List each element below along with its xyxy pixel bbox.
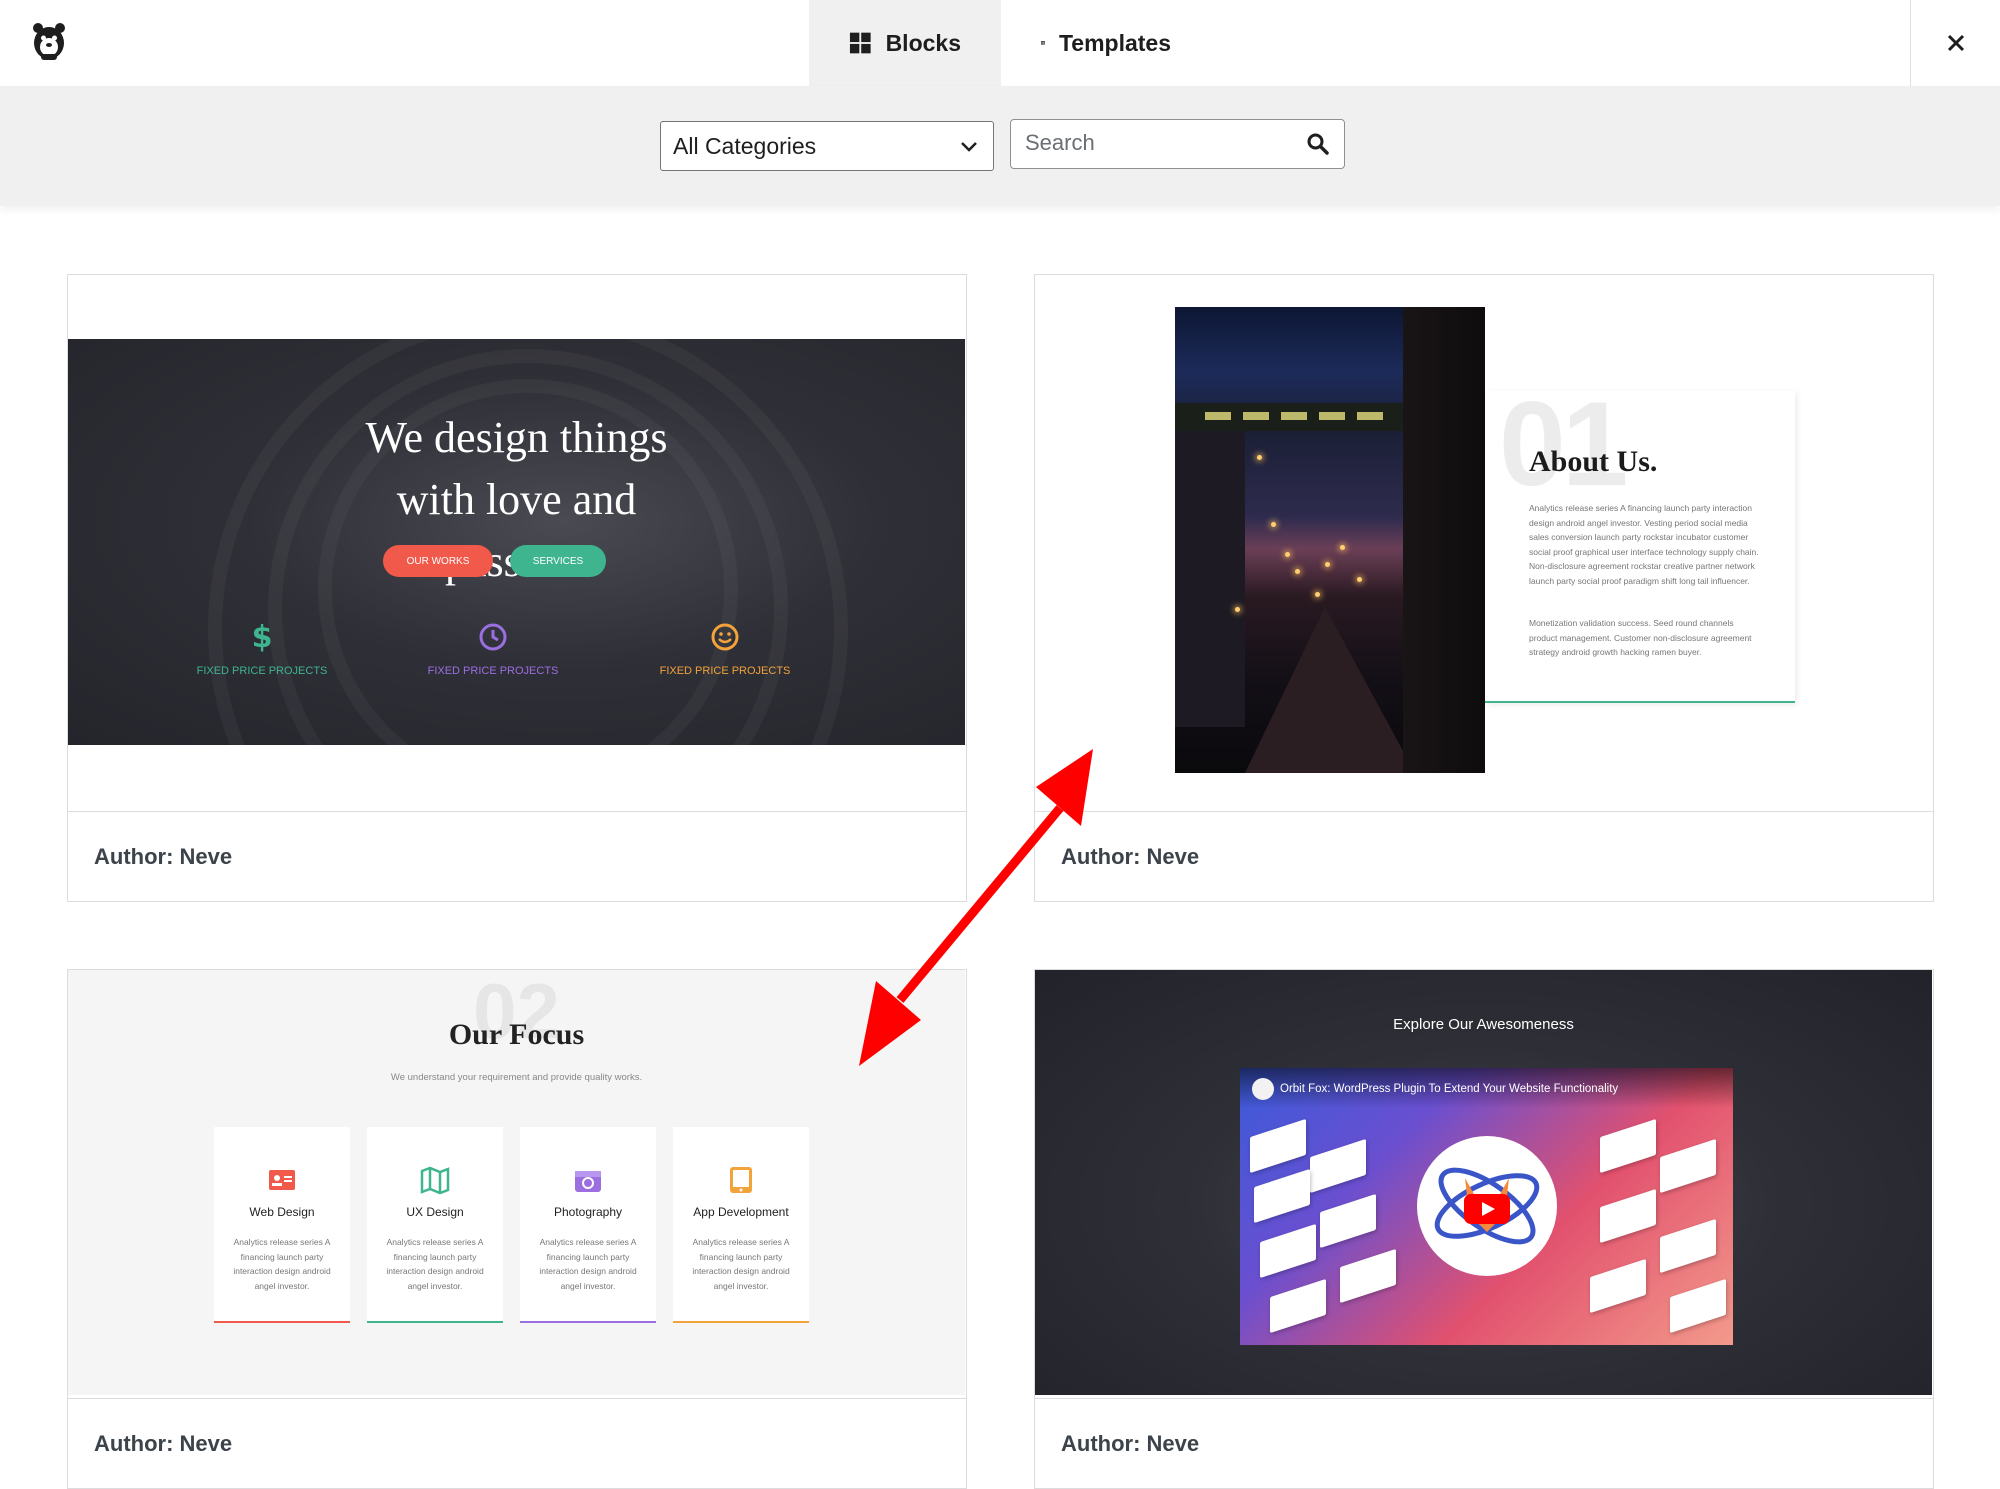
search-input[interactable]	[1011, 120, 1281, 166]
tab-blocks[interactable]: Blocks	[809, 0, 1001, 86]
block-preview-video: Explore Our Awesomeness Orbit Fox: WordP…	[1035, 970, 1932, 1395]
bear-logo-icon	[33, 23, 65, 60]
focus-card: Photography Analytics release series A f…	[520, 1127, 656, 1323]
block-card[interactable]: 02 Our Focus We understand your requirem…	[67, 969, 967, 1489]
card-author: Author: Neve	[68, 811, 966, 901]
section-number: 01	[1499, 377, 1628, 511]
focus-card-text: Analytics release series A financing lau…	[386, 1237, 484, 1291]
grid-icon	[849, 32, 871, 54]
feature-item: FIXED PRICE PROJECTS	[635, 621, 815, 677]
focus-card: App Development Analytics release series…	[673, 1127, 809, 1323]
tablet-icon	[730, 1167, 752, 1193]
clock-icon	[479, 623, 507, 651]
svg-text:$: $	[252, 621, 273, 653]
video-title: Orbit Fox: WordPress Plugin To Extend Yo…	[1240, 1068, 1733, 1108]
tab-templates-label: Templates	[1058, 29, 1171, 56]
focus-card: Web Design Analytics release series A fi…	[214, 1127, 350, 1323]
id-card-icon	[269, 1170, 295, 1190]
filter-bar: All Categories	[0, 86, 2000, 206]
focus-card-text: Analytics release series A financing lau…	[539, 1237, 637, 1291]
modal-header: Blocks Templates	[0, 0, 2000, 86]
block-card[interactable]: Explore Our Awesomeness Orbit Fox: WordP…	[1034, 969, 1934, 1489]
video-section-caption: Explore Our Awesomeness	[1393, 1016, 1574, 1033]
city-night-photo	[1175, 307, 1485, 773]
youtube-play-button[interactable]	[1464, 1194, 1510, 1224]
chevron-down-icon	[961, 142, 977, 152]
smiley-icon	[711, 623, 739, 651]
about-paragraph: Analytics release series A financing lau…	[1529, 503, 1759, 586]
feature-label: FIXED PRICE PROJECTS	[427, 665, 559, 677]
focus-heading: Our Focus	[448, 1018, 585, 1051]
feature-item: FIXED PRICE PROJECTS	[403, 621, 583, 677]
our-works-button: OUR WORKS	[383, 545, 493, 577]
category-select[interactable]: All Categories	[660, 121, 994, 171]
card-author: Author: Neve	[1035, 811, 1933, 901]
focus-card-text: Analytics release series A financing lau…	[233, 1237, 331, 1291]
block-card[interactable]: We design things with love and passion. …	[67, 274, 967, 902]
focus-subtitle: We understand your requirement and provi…	[390, 1072, 643, 1083]
block-preview-hero: We design things with love and passion. …	[68, 339, 965, 745]
about-paragraph: Monetization validation success. Seed ro…	[1529, 618, 1752, 657]
about-text-box: 01 About Us. Analytics release series A …	[1485, 377, 1795, 703]
feature-label: FIXED PRICE PROJECTS	[196, 665, 328, 677]
focus-card-title: UX Design	[406, 1205, 464, 1219]
category-select-value: All Categories	[673, 132, 817, 159]
block-card[interactable]: 01 About Us. Analytics release series A …	[1034, 274, 1934, 902]
feature-item: $ FIXED PRICE PROJECTS	[172, 621, 352, 677]
tab-blocks-label: Blocks	[885, 29, 961, 56]
focus-card-text: Analytics release series A financing lau…	[692, 1237, 790, 1291]
focus-card-title: App Development	[693, 1205, 789, 1219]
close-icon	[1947, 34, 1964, 52]
channel-avatar	[1252, 1078, 1274, 1100]
tab-templates[interactable]: Templates	[1001, 0, 1211, 86]
focus-card: UX Design Analytics release series A fin…	[367, 1127, 503, 1323]
search-field	[1010, 119, 1345, 169]
video-embed: Orbit Fox: WordPress Plugin To Extend Yo…	[1240, 1068, 1733, 1345]
about-heading: About Us.	[1529, 445, 1658, 478]
camera-icon	[575, 1171, 601, 1192]
dollar-icon: $	[252, 621, 273, 653]
close-button[interactable]	[1910, 0, 2000, 86]
feature-label: FIXED PRICE PROJECTS	[659, 665, 791, 677]
search-icon[interactable]	[1306, 132, 1330, 156]
map-icon	[420, 1166, 450, 1195]
focus-card-title: Web Design	[249, 1205, 315, 1219]
table-layout-icon	[1041, 41, 1045, 45]
services-button: SERVICES	[510, 545, 606, 577]
focus-card-title: Photography	[553, 1205, 623, 1219]
block-preview-focus: 02 Our Focus We understand your requirem…	[68, 970, 965, 1395]
card-author: Author: Neve	[1035, 1398, 1933, 1488]
card-author: Author: Neve	[68, 1398, 966, 1488]
